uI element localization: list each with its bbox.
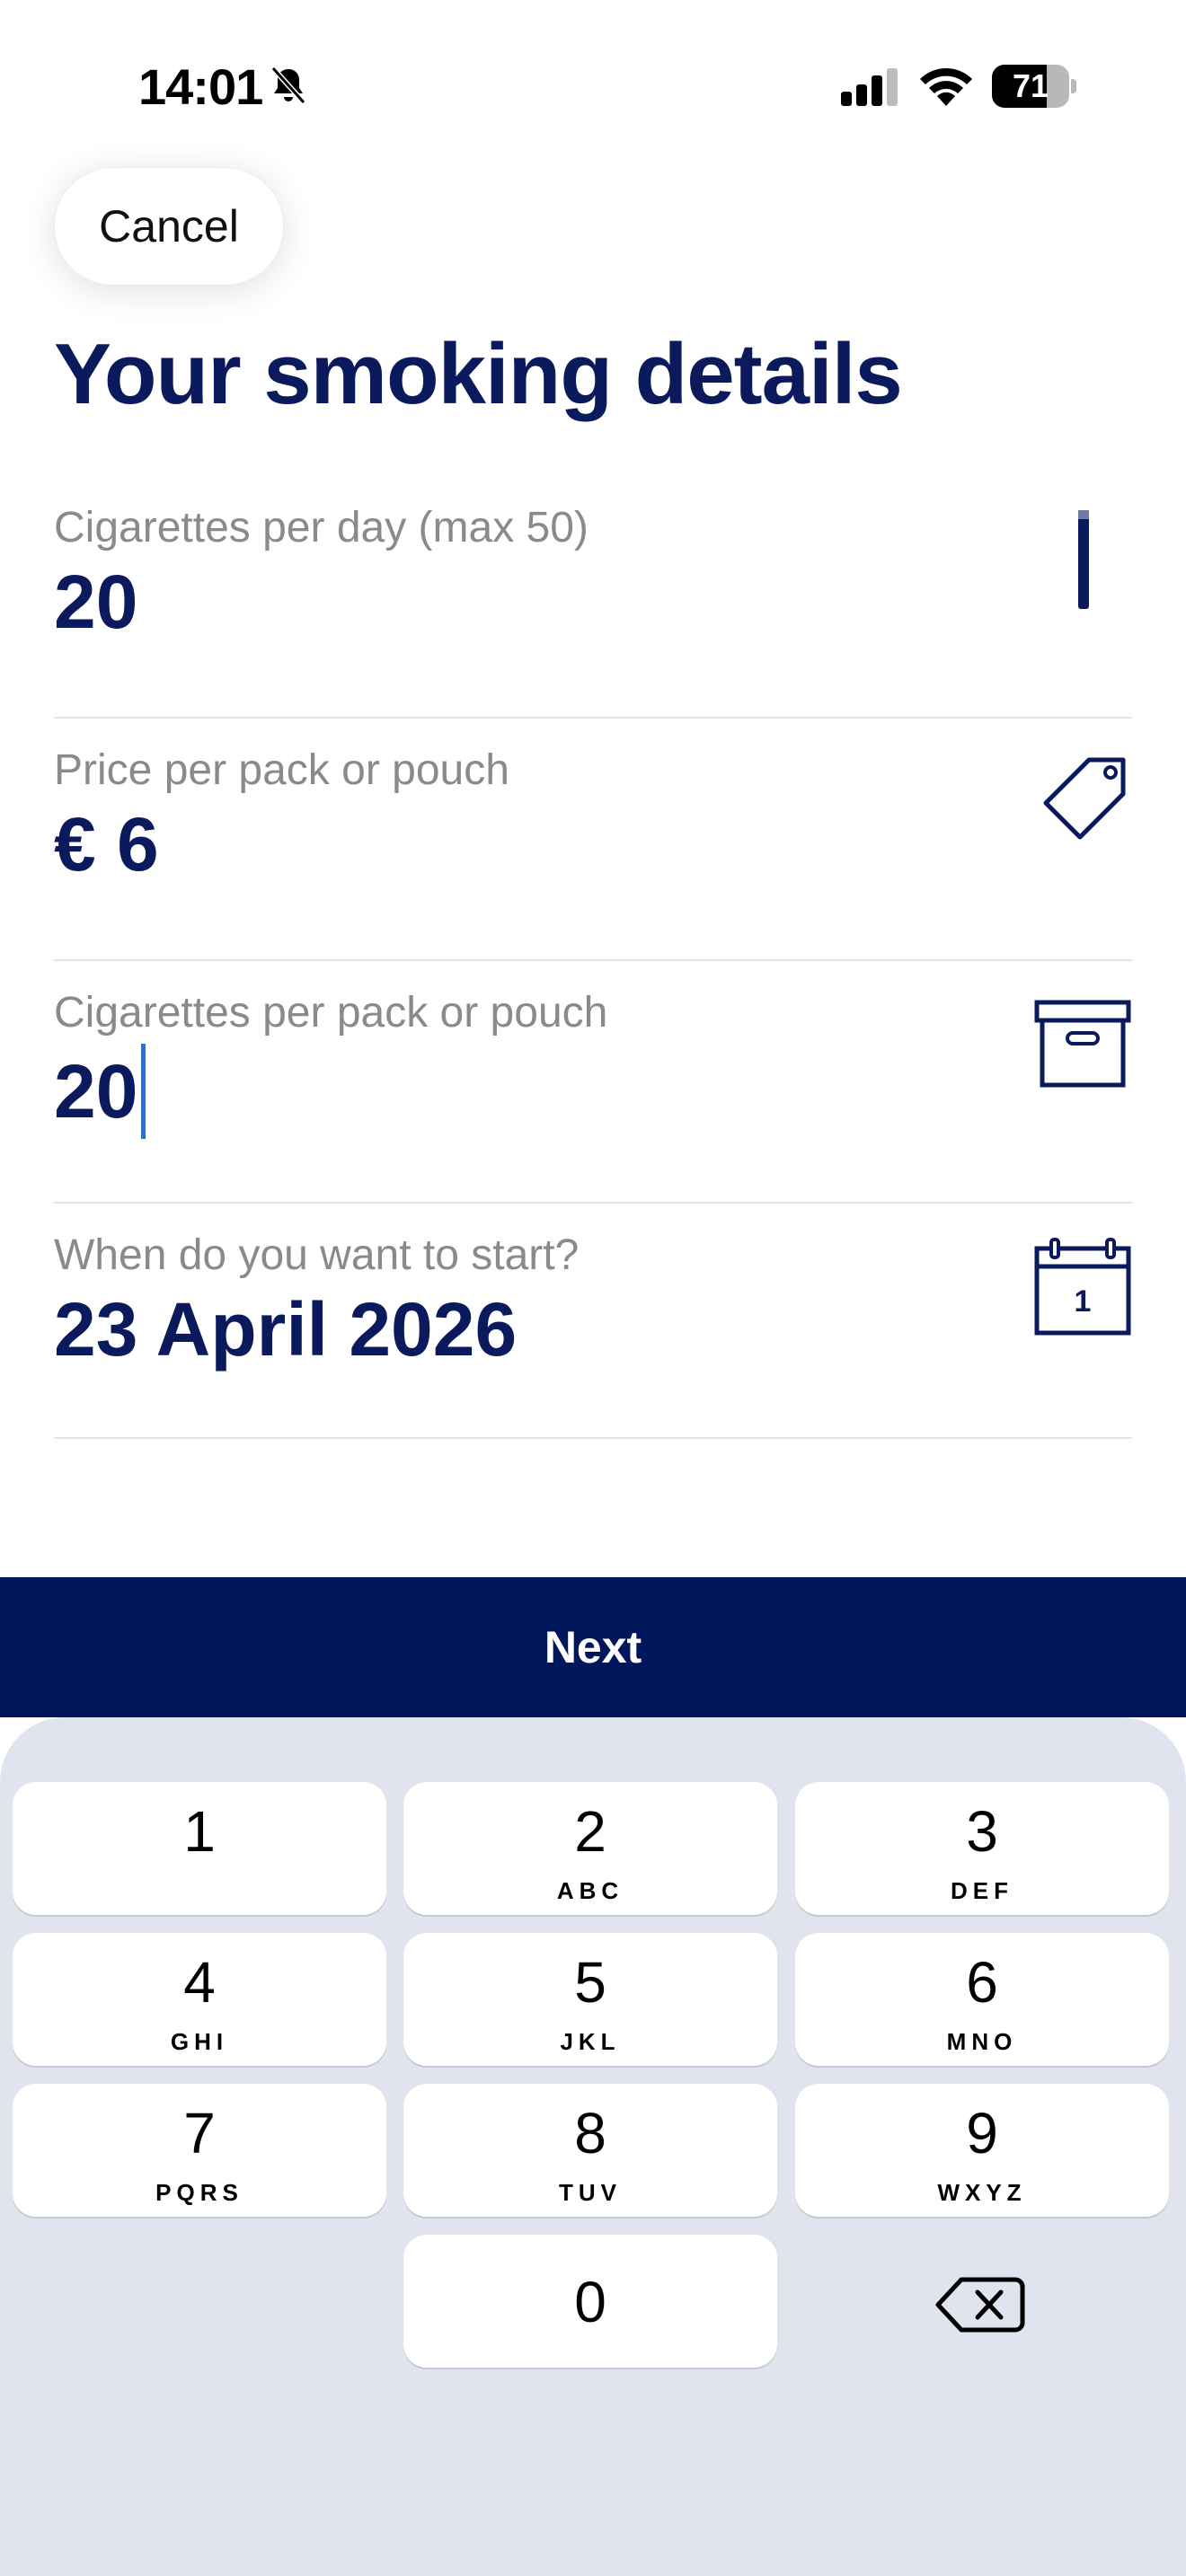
backspace-icon[interactable]: [915, 2242, 1049, 2368]
battery-icon: 71: [992, 65, 1076, 108]
key-8[interactable]: 8 TUV: [403, 2084, 777, 2217]
field-value[interactable]: 20: [54, 559, 137, 646]
page-title: Your smoking details: [54, 326, 903, 422]
key-4[interactable]: 4 GHI: [13, 1933, 386, 2066]
status-time: 14:01: [138, 58, 263, 115]
cigarette-icon: [1078, 510, 1089, 609]
cigarettes-per-day-field[interactable]: Cigarettes per day (max 50) 20: [54, 476, 1132, 719]
text-caret: [141, 1044, 146, 1139]
key-3[interactable]: 3 DEF: [795, 1782, 1169, 1915]
cancel-button[interactable]: Cancel: [54, 167, 284, 286]
price-tag-icon: [1043, 757, 1126, 840]
field-label: Cigarettes per pack or pouch: [54, 989, 608, 1037]
key-7[interactable]: 7 PQRS: [13, 2084, 386, 2217]
field-value-input[interactable]: 20: [54, 1044, 146, 1139]
key-1[interactable]: 1: [13, 1782, 386, 1915]
next-button[interactable]: Next: [0, 1577, 1186, 1717]
key-6[interactable]: 6 MNO: [795, 1933, 1169, 2066]
box-icon: [1034, 1000, 1131, 1088]
wifi-icon: [920, 67, 972, 106]
bell-slash-icon: [270, 66, 306, 105]
start-date-field[interactable]: When do you want to start? 23 April 2026…: [54, 1204, 1132, 1439]
battery-percentage: 71: [1012, 67, 1049, 104]
calendar-icon: 1: [1034, 1238, 1131, 1336]
key-2[interactable]: 2 ABC: [403, 1782, 777, 1915]
status-bar: 14:01 71: [0, 0, 1186, 171]
cigarettes-per-pack-field[interactable]: Cigarettes per pack or pouch 20: [54, 961, 1132, 1204]
key-9[interactable]: 9 WXYZ: [795, 2084, 1169, 2217]
calendar-icon-number: 1: [1075, 1284, 1092, 1319]
field-label: When do you want to start?: [54, 1231, 580, 1279]
field-label: Price per pack or pouch: [54, 746, 509, 794]
cellular-signal-icon: [841, 68, 898, 106]
field-value[interactable]: 23 April 2026: [54, 1286, 517, 1373]
key-5[interactable]: 5 JKL: [403, 1933, 777, 2066]
field-value[interactable]: € 6: [54, 801, 159, 888]
price-per-pack-field[interactable]: Price per pack or pouch € 6: [54, 719, 1132, 961]
field-label: Cigarettes per day (max 50): [54, 504, 589, 551]
key-0[interactable]: 0: [403, 2235, 777, 2368]
